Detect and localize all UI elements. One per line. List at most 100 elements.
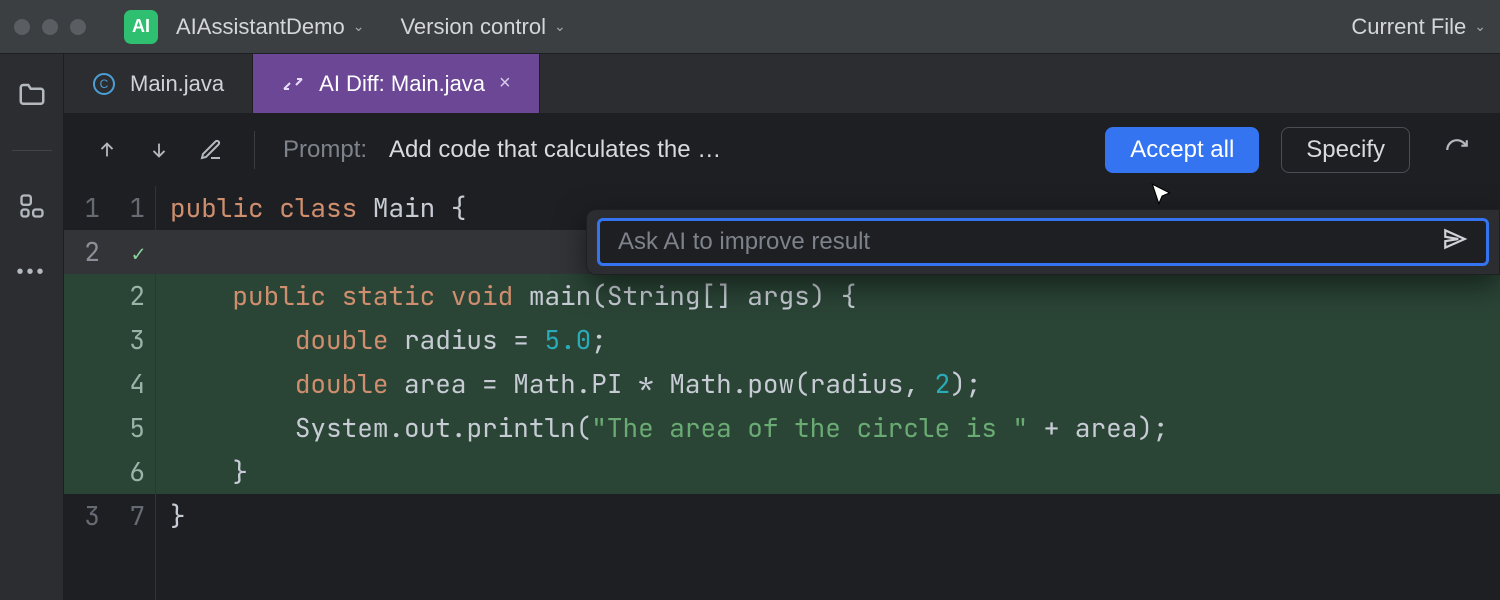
run-target-dropdown[interactable]: Current File ⌄	[1351, 14, 1486, 40]
token-pn: )	[950, 366, 966, 401]
token-pn: =	[482, 366, 498, 401]
ask-ai-popup	[586, 209, 1500, 275]
gutter-a: 3	[64, 494, 110, 538]
prev-change-icon[interactable]	[92, 135, 122, 165]
window-controls	[14, 19, 86, 35]
token-pn: ;	[966, 366, 982, 401]
more-tools-icon[interactable]: •••	[16, 261, 46, 284]
next-change-icon[interactable]	[144, 135, 174, 165]
vcs-dropdown[interactable]: Version control ⌄	[400, 14, 565, 40]
code-line[interactable]: }	[156, 450, 1500, 494]
ask-ai-input[interactable]	[618, 228, 1442, 256]
gutter-b: 7	[110, 494, 155, 538]
structure-tool-icon[interactable]	[17, 191, 47, 221]
ask-ai-input-wrapper	[597, 218, 1489, 266]
gutter-b: ✓	[110, 230, 155, 274]
tab-label: AI Diff: Main.java	[319, 71, 485, 97]
editor-tabs: C Main.java AI Diff: Main.java ×	[64, 54, 1500, 114]
sidebar: •••	[0, 54, 64, 600]
token-pn: .	[732, 366, 748, 401]
token-pn: }	[232, 454, 248, 489]
chevron-down-icon: ⌄	[353, 18, 365, 35]
svg-text:C: C	[100, 77, 109, 91]
token-kw: static	[342, 278, 436, 313]
gutter-a	[64, 362, 110, 406]
specify-button[interactable]: Specify	[1281, 127, 1410, 173]
project-dropdown[interactable]: AIAssistantDemo ⌄	[176, 14, 364, 40]
specify-label: Specify	[1306, 136, 1385, 164]
send-icon[interactable]	[1442, 226, 1468, 258]
titlebar: AI AIAssistantDemo ⌄ Version control ⌄ C…	[0, 0, 1500, 54]
code-line[interactable]: }	[156, 494, 1500, 538]
tab-main-java[interactable]: C Main.java	[64, 54, 253, 113]
workarea: C Main.java AI Diff: Main.java × Prompt: Ad…	[64, 54, 1500, 600]
token-id: Math	[513, 366, 575, 401]
token-fn: pow	[747, 366, 794, 401]
token-kw: public	[170, 190, 264, 225]
refresh-icon[interactable]	[1442, 135, 1472, 165]
token-kw: class	[279, 190, 357, 225]
code-line[interactable]: System.out.println("The area of the circ…	[156, 406, 1500, 450]
accept-all-button[interactable]: Accept all	[1105, 127, 1259, 173]
code-line[interactable]: double radius = 5.0;	[156, 318, 1500, 362]
gutter-b: 6	[110, 450, 155, 494]
check-icon: ✓	[132, 239, 145, 268]
token-fn: println	[466, 410, 575, 445]
accept-all-label: Accept all	[1130, 136, 1234, 164]
gutter-a: 2	[64, 230, 110, 274]
token-pn: )	[1137, 410, 1153, 445]
token-kw: public	[232, 278, 326, 313]
toolbar-separator	[254, 131, 255, 169]
ai-diff-icon	[281, 72, 305, 96]
zoom-dot[interactable]	[70, 19, 86, 35]
vcs-label: Version control	[400, 14, 546, 40]
tab-label: Main.java	[130, 71, 224, 97]
token-id: PI	[591, 366, 622, 401]
gutter-a	[64, 450, 110, 494]
class-circle-icon: C	[92, 72, 116, 96]
token-pn: ;	[591, 322, 607, 357]
token-id: radius	[810, 366, 904, 401]
gutter-b: 5	[110, 406, 155, 450]
token-id: area	[404, 366, 466, 401]
token-id: Math	[669, 366, 731, 401]
code-line[interactable]: public static void main(String[] args) {	[156, 274, 1500, 318]
token-num: 2	[935, 366, 951, 401]
token-id: radius	[404, 322, 498, 357]
main: ••• C Main.java AI Diff: Main.java × Prompt…	[0, 54, 1500, 600]
chevron-down-icon: ⌄	[1474, 18, 1486, 35]
token-str: "The area of the circle is "	[591, 410, 1028, 445]
token-pn: ;	[1153, 410, 1169, 445]
token-pn: .	[388, 410, 404, 445]
token-kw: double	[295, 366, 389, 401]
gutter-b: 4	[110, 362, 155, 406]
gutter-b: 3	[110, 318, 155, 362]
token-fn: main	[529, 278, 591, 313]
code-line[interactable]: double area = Math.PI * Math.pow(radius,…	[156, 362, 1500, 406]
tab-ai-diff-main-java[interactable]: AI Diff: Main.java ×	[253, 54, 540, 113]
token-pn: +	[1044, 410, 1060, 445]
token-pn: }	[170, 498, 186, 533]
token-pn: )	[810, 278, 826, 313]
project-tool-icon[interactable]	[17, 80, 47, 110]
minimize-dot[interactable]	[42, 19, 58, 35]
gutters: 123 1✓234567	[64, 186, 156, 600]
close-icon[interactable]: ×	[499, 72, 511, 95]
close-dot[interactable]	[14, 19, 30, 35]
gutter-b: 1	[110, 186, 155, 230]
token-pn: =	[513, 322, 529, 357]
gutter-a	[64, 318, 110, 362]
token-pn: ,	[903, 366, 919, 401]
token-pn: (	[591, 278, 607, 313]
edit-icon[interactable]	[196, 135, 226, 165]
diff-toolbar: Prompt: Add code that calculates the … A…	[64, 114, 1500, 186]
token-kw: double	[295, 322, 389, 357]
run-target-label: Current File	[1351, 14, 1466, 40]
project-name: AIAssistantDemo	[176, 14, 345, 40]
token-id: args	[747, 278, 809, 313]
sidebar-separator	[12, 150, 52, 151]
token-id: System	[295, 410, 389, 445]
gutter-a	[64, 406, 110, 450]
token-pn: {	[451, 190, 467, 225]
chevron-down-icon: ⌄	[554, 18, 566, 35]
